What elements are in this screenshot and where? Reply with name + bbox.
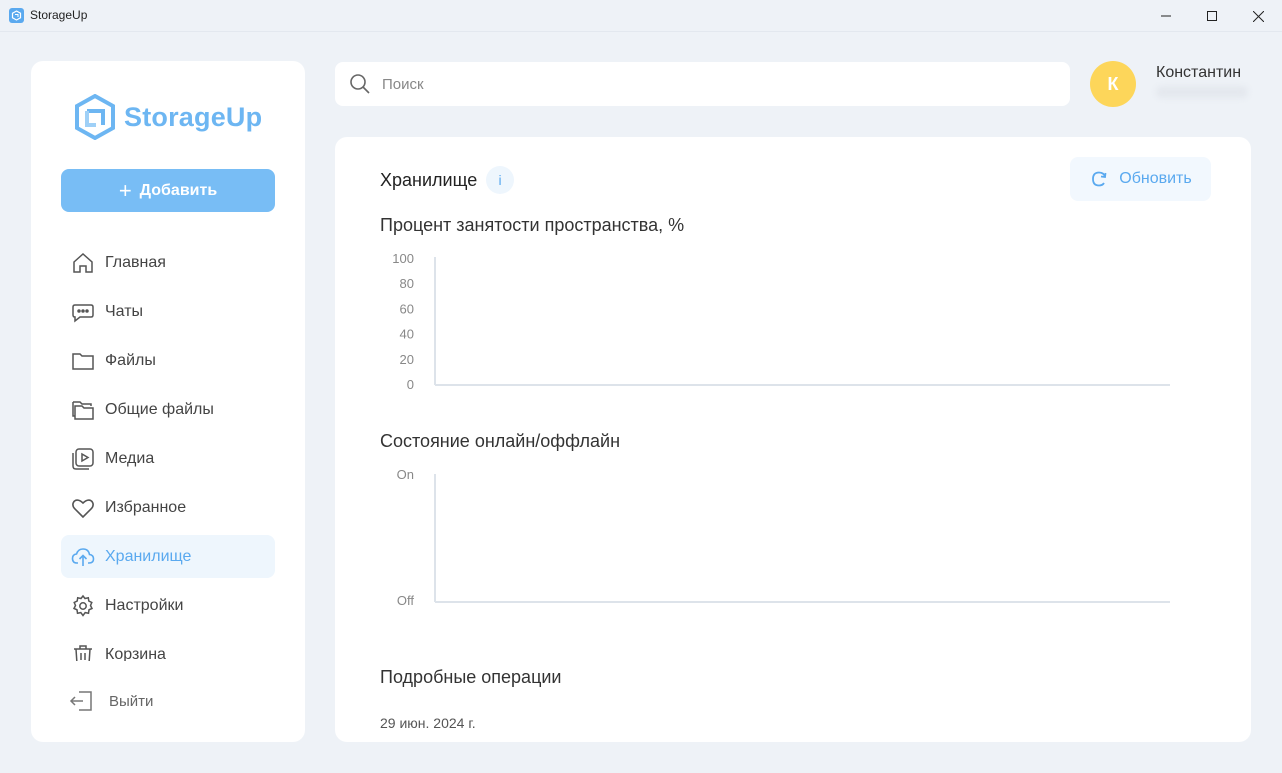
app-icon <box>9 8 24 23</box>
chat-icon <box>70 299 96 325</box>
operations-title: Подробные операции <box>380 667 562 687</box>
y-tick-label: Off <box>397 593 414 608</box>
y-tick-label: 40 <box>400 327 414 342</box>
y-tick-label: On <box>397 467 414 482</box>
sidebar-item-label: Избранное <box>105 498 187 516</box>
logout-icon <box>69 688 95 714</box>
status-chart-title: Состояние онлайн/оффлайн <box>380 431 621 451</box>
sidebar: StorageUp + Добавить Главная Чаты Файлы <box>31 61 305 742</box>
plus-icon: + <box>118 177 132 203</box>
window-title: StorageUp <box>30 8 88 22</box>
folder-icon <box>70 348 96 374</box>
refresh-icon <box>1089 169 1109 189</box>
media-icon <box>70 446 96 472</box>
sidebar-item-storage[interactable]: Хранилище <box>61 535 275 578</box>
sidebar-item-label: Хранилище <box>105 547 192 565</box>
sidebar-item-shared-files[interactable]: Общие файлы <box>61 388 275 431</box>
logo: StorageUp <box>74 94 262 140</box>
operations-date: 29 июн. 2024 г. <box>380 715 476 731</box>
y-tick-label: 100 <box>392 251 414 266</box>
sidebar-item-label: Медиа <box>105 449 155 467</box>
y-tick-label: 20 <box>400 352 414 367</box>
sidebar-item-label: Главная <box>105 253 166 271</box>
sidebar-item-label: Настройки <box>105 596 184 614</box>
sidebar-item-files[interactable]: Файлы <box>61 339 275 382</box>
title-bar: StorageUp <box>0 0 1282 32</box>
user-name: Константин <box>1156 64 1242 81</box>
y-tick-label: 60 <box>400 301 414 316</box>
refresh-button[interactable]: Обновить <box>1070 157 1211 201</box>
search-bar <box>335 62 1070 106</box>
sidebar-item-trash[interactable]: Корзина <box>61 633 275 661</box>
sidebar-item-favorites[interactable]: Избранное <box>61 486 275 529</box>
sidebar-item-label: Чаты <box>105 302 144 320</box>
maximize-button[interactable] <box>1189 0 1235 32</box>
sidebar-item-home[interactable]: Главная <box>61 241 275 284</box>
sidebar-item-media[interactable]: Медиа <box>61 437 275 480</box>
add-button[interactable]: + Добавить <box>61 169 275 212</box>
trash-icon <box>70 642 96 661</box>
search-icon <box>348 72 372 96</box>
refresh-label: Обновить <box>1119 170 1192 187</box>
sidebar-item-label: Корзина <box>105 645 166 662</box>
status-chart: On Off <box>397 467 1170 608</box>
user-email-blurred <box>1156 86 1248 98</box>
sidebar-item-label: Общие файлы <box>105 400 214 418</box>
add-button-label: Добавить <box>139 181 218 199</box>
gear-icon <box>70 593 96 619</box>
usage-chart-title: Процент занятости пространства, % <box>380 215 685 235</box>
page-title: Хранилище <box>380 170 478 190</box>
logout-label: Выйти <box>109 692 154 710</box>
y-tick-label: 80 <box>400 276 414 291</box>
heart-icon <box>70 495 96 521</box>
sidebar-item-settings[interactable]: Настройки <box>61 584 275 627</box>
sidebar-item-label: Файлы <box>105 351 156 369</box>
info-icon[interactable]: i <box>486 166 514 194</box>
logout-button[interactable]: Выйти <box>69 688 153 714</box>
usage-chart: 100 80 60 40 20 0 <box>392 251 1170 392</box>
cloud-upload-icon <box>70 544 96 570</box>
logo-icon <box>75 94 115 140</box>
logo-text: StorageUp <box>124 101 263 132</box>
home-icon <box>70 250 96 276</box>
shared-folder-icon <box>70 397 96 423</box>
storage-panel: Хранилище i Обновить Процент занятости п… <box>335 137 1251 742</box>
y-tick-label: 0 <box>407 377 414 392</box>
sidebar-nav: Главная Чаты Файлы Общие файлы Медиа Изб… <box>61 241 275 661</box>
sidebar-item-chats[interactable]: Чаты <box>61 290 275 333</box>
search-input[interactable] <box>382 75 1042 93</box>
minimize-button[interactable] <box>1143 0 1189 32</box>
close-button[interactable] <box>1235 0 1281 32</box>
avatar[interactable]: К <box>1090 61 1136 107</box>
